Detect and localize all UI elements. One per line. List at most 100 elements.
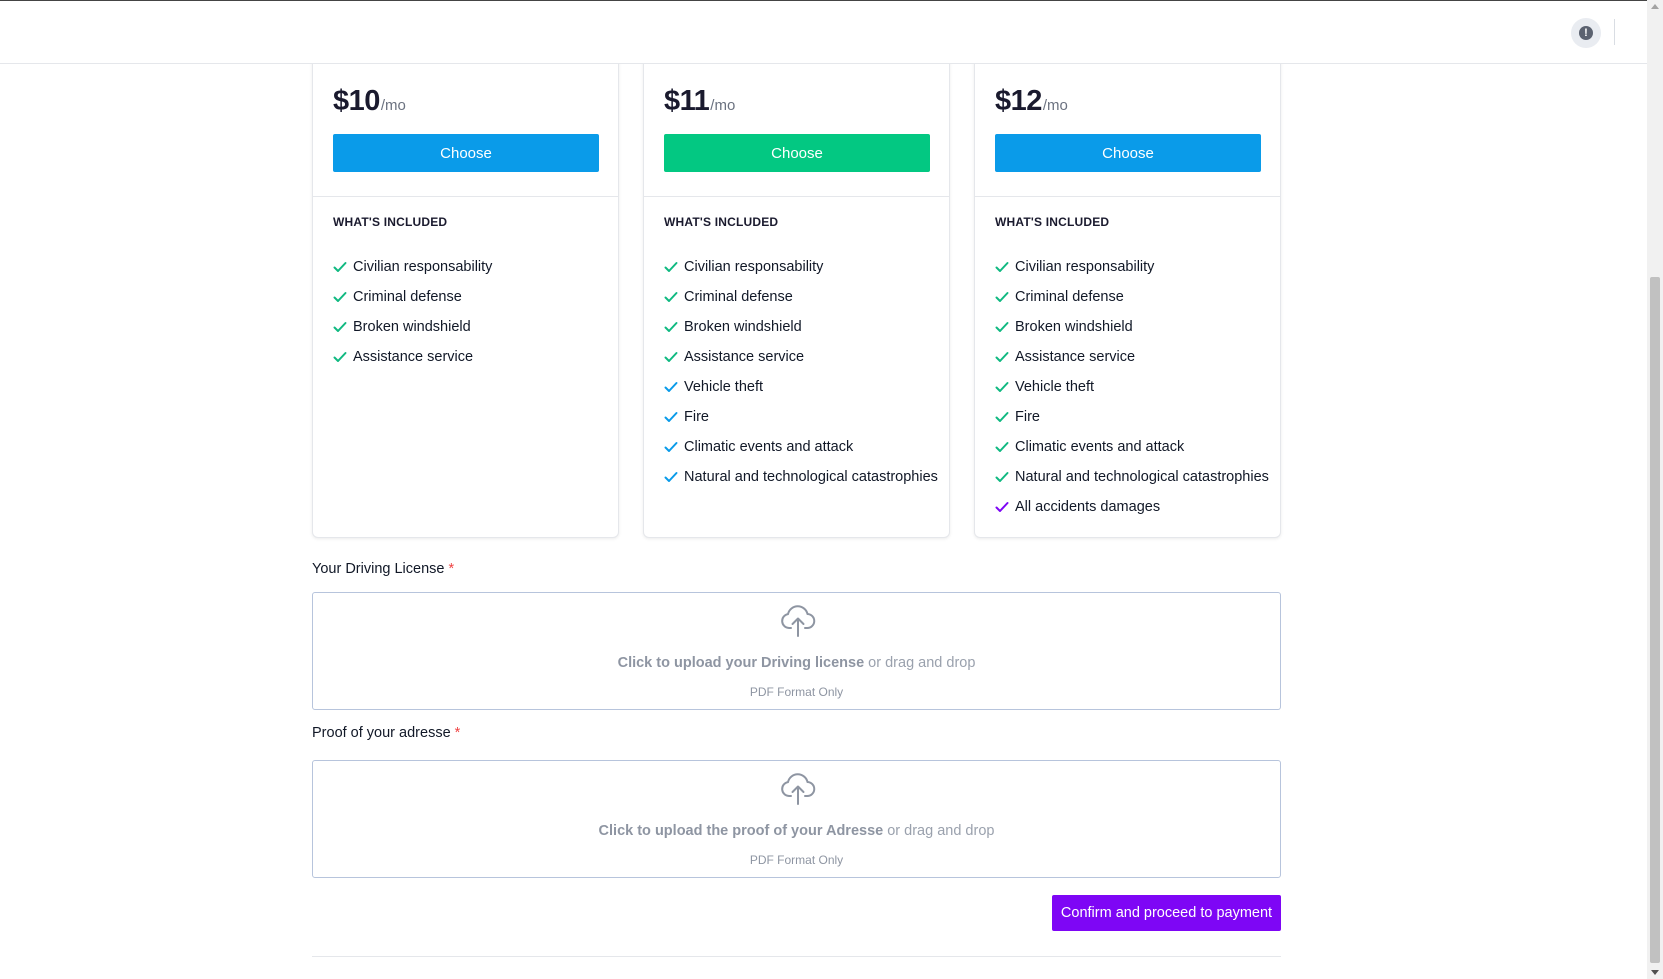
check-icon (333, 292, 347, 302)
feature-label: Civilian responsability (353, 259, 493, 275)
feature-list: Civilian responsability Criminal defense B… (995, 252, 1269, 522)
upload-instructions: Click to upload your Driving license or … (313, 655, 1280, 671)
upload-rest-text: or drag and drop (864, 655, 976, 671)
feature-label: Climatic events and attack (1015, 439, 1185, 455)
check-icon (333, 322, 347, 332)
driving-license-dropzone[interactable]: Click to upload your Driving license or … (312, 592, 1281, 710)
proof-address-label-text: Proof of your adresse (312, 725, 451, 741)
scroll-up-arrow-icon[interactable] (1651, 4, 1659, 9)
check-icon (664, 472, 678, 482)
proof-address-dropzone[interactable]: Click to upload the proof of your Adress… (312, 760, 1281, 878)
feature-item: All accidents damages (995, 492, 1269, 522)
feature-label: Broken windshield (353, 319, 471, 335)
feature-item: Natural and technological catastrophies (995, 462, 1269, 492)
upload-link-text[interactable]: Click to upload your Driving license (618, 655, 865, 671)
check-icon (333, 352, 347, 362)
upload-format-hint: PDF Format Only (749, 853, 844, 867)
confirm-payment-button[interactable]: Confirm and proceed to payment (1052, 895, 1281, 931)
feature-item: Criminal defense (995, 282, 1269, 312)
feature-list: Civilian responsability Criminal defense B… (664, 252, 938, 492)
feature-item: Civilian responsability (995, 252, 1269, 282)
check-icon (333, 262, 347, 272)
driving-license-label-text: Your Driving License (312, 561, 445, 577)
check-icon (664, 352, 678, 362)
cloud-upload-icon (781, 773, 816, 805)
whats-included-heading: WHAT'S INCLUDED (333, 215, 448, 229)
feature-item: Broken windshield (995, 312, 1269, 342)
check-icon (664, 262, 678, 272)
proof-address-label: Proof of your adresse * (312, 725, 460, 741)
feature-item: Criminal defense (333, 282, 492, 312)
feature-list: Civilian responsability Criminal defense B… (333, 252, 492, 372)
required-mark: * (454, 725, 461, 741)
feature-item: Broken windshield (664, 312, 938, 342)
feature-label: Assistance service (1015, 349, 1136, 365)
feature-item: Fire (664, 402, 938, 432)
alert-button[interactable]: ! (1571, 18, 1601, 48)
page-scrollbar[interactable] (1647, 0, 1663, 979)
choose-plan-basic-button[interactable]: Choose (333, 134, 599, 172)
plan-price: $10 /mo (333, 85, 406, 118)
feature-label: Assistance service (684, 349, 805, 365)
feature-item: Assistance service (664, 342, 938, 372)
check-icon (995, 322, 1009, 332)
upload-link-text[interactable]: Click to upload the proof of your Adress… (599, 823, 884, 839)
plan-card-basic: $10 /mo Choose WHAT'S INCLUDED Civilian … (312, 40, 619, 538)
check-icon (664, 322, 678, 332)
feature-item: Natural and technological catastrophies (664, 462, 938, 492)
feature-label: Vehicle theft (684, 379, 763, 395)
price-amount: $10 (333, 85, 380, 117)
price-period: /mo (1042, 97, 1068, 114)
feature-label: Criminal defense (1015, 289, 1124, 305)
feature-label: Vehicle theft (1015, 379, 1094, 395)
price-amount: $11 (664, 85, 710, 117)
upload-format-hint: PDF Format Only (749, 685, 844, 699)
feature-label: Climatic events and attack (684, 439, 854, 455)
feature-label: Natural and technological catastrophies (1015, 469, 1269, 485)
check-icon (995, 442, 1009, 452)
feature-item: Fire (995, 402, 1269, 432)
feature-item: Climatic events and attack (995, 432, 1269, 462)
plan-price: $12 /mo (995, 85, 1068, 118)
check-icon (664, 292, 678, 302)
driving-license-label: Your Driving License * (312, 561, 454, 577)
choose-plan-standard-button[interactable]: Choose (664, 134, 930, 172)
feature-item: Assistance service (995, 342, 1269, 372)
feature-label: Natural and technological catastrophies (684, 469, 938, 485)
plan-price: $11 /mo (664, 85, 735, 118)
feature-label: Criminal defense (353, 289, 462, 305)
bottom-divider (312, 956, 1281, 957)
feature-item: Vehicle theft (995, 372, 1269, 402)
card-divider (644, 196, 949, 197)
upload-rest-text: or drag and drop (883, 823, 995, 839)
feature-item: Climatic events and attack (664, 432, 938, 462)
card-divider (313, 196, 618, 197)
check-icon (995, 502, 1009, 512)
feature-item: Assistance service (333, 342, 492, 372)
plan-card-standard: $11 /mo Choose WHAT'S INCLUDED Civilian … (643, 40, 950, 538)
whats-included-heading: WHAT'S INCLUDED (995, 215, 1110, 229)
feature-label: Civilian responsability (684, 259, 824, 275)
choose-plan-premium-button[interactable]: Choose (995, 134, 1261, 172)
feature-label: Broken windshield (684, 319, 802, 335)
feature-item: Civilian responsability (664, 252, 938, 282)
feature-label: Criminal defense (684, 289, 793, 305)
check-icon (995, 262, 1009, 272)
check-icon (664, 382, 678, 392)
upload-instructions: Click to upload the proof of your Adress… (313, 823, 1280, 839)
scroll-down-arrow-icon[interactable] (1651, 970, 1659, 975)
feature-label: Broken windshield (1015, 319, 1133, 335)
card-divider (975, 196, 1280, 197)
scrollbar-thumb[interactable] (1650, 277, 1660, 963)
feature-item: Criminal defense (664, 282, 938, 312)
check-icon (995, 412, 1009, 422)
price-amount: $12 (995, 85, 1042, 117)
whats-included-heading: WHAT'S INCLUDED (664, 215, 779, 229)
check-icon (664, 442, 678, 452)
check-icon (995, 472, 1009, 482)
feature-label: Fire (1015, 409, 1040, 425)
feature-label: Assistance service (353, 349, 474, 365)
check-icon (995, 292, 1009, 302)
cloud-upload-icon (781, 605, 816, 637)
plan-card-premium: $12 /mo Choose WHAT'S INCLUDED Civilian … (974, 40, 1281, 538)
